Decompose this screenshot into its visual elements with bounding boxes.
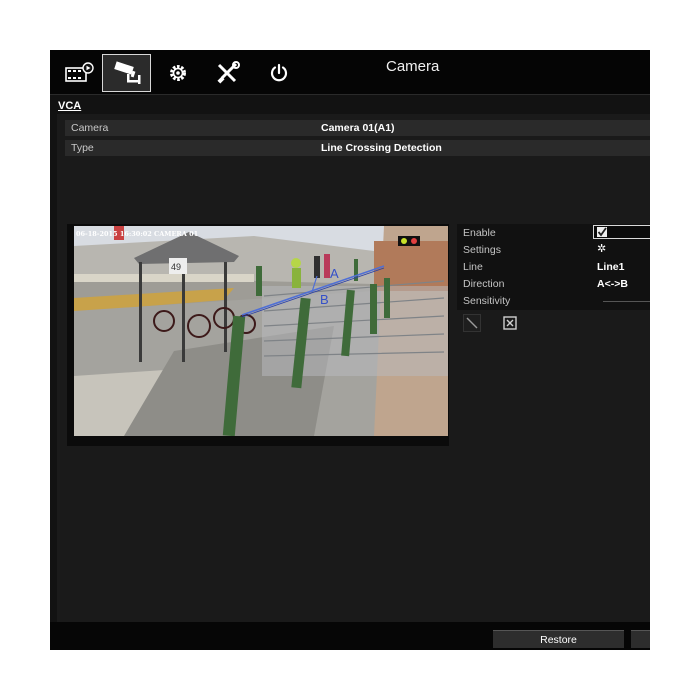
gear-icon [169,65,186,81]
settings-gear-icon[interactable]: ✲ [597,242,606,255]
tab-vca[interactable]: VCA [58,100,81,112]
playback-icon [64,62,94,82]
settings-label: Settings [463,244,501,256]
sensitivity-label: Sensitivity [463,295,511,307]
line-select-value[interactable]: Line1 [597,261,624,273]
direction-select-value[interactable]: A<->B [597,278,628,290]
check-icon [597,227,607,237]
clear-icon [503,316,517,330]
settings-panel: Enable Settings ✲ Line Line1 Direction A… [457,224,650,310]
line-label: Line [463,261,483,273]
line-label-b: B [320,292,329,307]
video-scene: 49 A B [74,226,448,436]
nav-power[interactable] [254,54,303,92]
enable-checkbox[interactable] [593,225,650,239]
top-bar: Camera [50,50,650,95]
live-video[interactable]: 49 A B 06-18-2015 16:30:02 CAMERA 01 [74,226,448,436]
camera-icon [113,61,140,84]
tools-icon [216,61,240,84]
nav-playback[interactable] [54,54,103,92]
nav-camera[interactable] [102,54,151,92]
sign-text: 49 [171,262,181,272]
enable-row: Enable [457,224,650,241]
settings-row: Settings ✲ [457,241,650,258]
window-title: Camera [386,58,440,75]
restore-button[interactable]: Restore [493,630,624,648]
sensitivity-slider[interactable] [603,301,650,302]
nav-settings[interactable] [153,54,202,92]
video-frame: 49 A B 06-18-2015 16:30:02 CAMERA 01 [67,224,449,446]
direction-row[interactable]: Direction A<->B [457,275,650,292]
camera-row[interactable]: Camera Camera 01(A1) [65,120,650,136]
enable-label: Enable [463,227,496,239]
nav-tools[interactable] [203,54,252,92]
direction-label: Direction [463,278,505,290]
camera-select-value[interactable]: Camera 01(A1) [321,122,395,134]
app-window: Camera VCA Camera Camera 01(A1) Type Lin… [50,50,650,650]
type-select-value[interactable]: Line Crossing Detection [321,142,442,154]
apply-button[interactable] [631,630,650,648]
clear-button[interactable] [501,314,519,332]
sensitivity-row: Sensitivity [457,292,650,309]
line-row[interactable]: Line Line1 [457,258,650,275]
main-content: Camera Camera 01(A1) Type Line Crossing … [57,114,650,650]
line-label-a: A [330,266,339,281]
draw-line-icon [463,314,481,332]
camera-label: Camera [71,122,109,134]
draw-line-button[interactable] [463,314,481,332]
type-row[interactable]: Type Line Crossing Detection [65,140,650,156]
power-icon [270,63,287,82]
type-label: Type [71,142,94,154]
video-osd: 06-18-2015 16:30:02 CAMERA 01 [76,230,199,238]
